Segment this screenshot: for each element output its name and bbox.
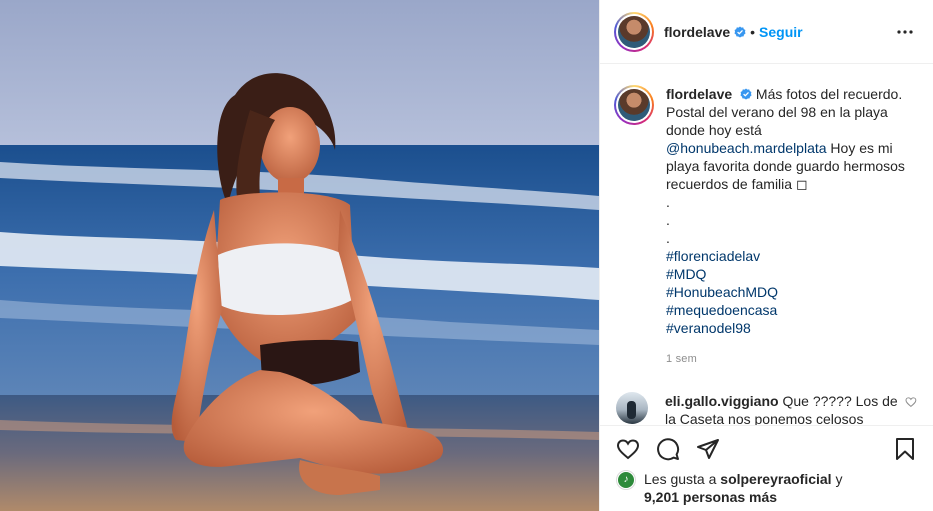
comments-section[interactable]: flordelave Más fotos del recuerdo. Posta… (600, 65, 933, 425)
caption-author-avatar[interactable] (614, 85, 654, 125)
hashtag-link[interactable]: #HonubeachMDQ (666, 283, 917, 301)
likes-middle: y (831, 471, 843, 487)
post-header: flordelave • Seguir (600, 0, 933, 64)
more-options-icon[interactable] (893, 20, 917, 44)
comment-like-heart-icon[interactable] (905, 396, 917, 408)
hashtag-link[interactable]: #MDQ (666, 265, 917, 283)
heart-icon[interactable] (616, 437, 640, 461)
actions-bar: ♪ Les gusta a solpereyraoficial y 9,201 … (600, 425, 933, 511)
likes-prefix: Les gusta a (644, 471, 721, 487)
caption-dots: . . . (666, 193, 917, 247)
beach-photo-image (0, 0, 599, 511)
caption-dot: . (666, 230, 670, 246)
likes-summary: ♪ Les gusta a solpereyraoficial y 9,201 … (616, 470, 917, 506)
hashtag-link[interactable]: #florenciadelav (666, 247, 917, 265)
post-photo[interactable] (0, 0, 599, 511)
commenter-username[interactable]: eli.gallo.viggiano (665, 393, 779, 409)
liker-username[interactable]: solpereyraoficial (720, 471, 831, 487)
verified-badge-icon (740, 88, 752, 100)
caption-dot: . (666, 212, 670, 228)
verified-badge-icon (734, 26, 746, 37)
caption-text: flordelave Más fotos del recuerdo. Posta… (666, 85, 917, 368)
comment-icon[interactable] (656, 437, 680, 461)
header-separator: • (750, 23, 756, 40)
hashtag-link[interactable]: #veranodel98 (666, 319, 917, 337)
comment-text: eli.gallo.viggiano Que ????? Los de la C… (665, 392, 901, 425)
likes-count[interactable]: 9,201 personas más (644, 489, 777, 505)
bookmark-icon[interactable] (893, 437, 917, 461)
likes-text: Les gusta a solpereyraoficial y 9,201 pe… (644, 470, 842, 506)
post-sidebar: flordelave • Seguir flordelave Más fotos… (599, 0, 933, 511)
hashtag-link[interactable]: #mequedoencasa (666, 301, 917, 319)
author-avatar[interactable] (614, 11, 654, 52)
action-icons (616, 434, 917, 464)
author-username[interactable]: flordelave (664, 24, 730, 40)
instagram-post: flordelave • Seguir flordelave Más fotos… (0, 0, 933, 511)
mention-link[interactable]: @honubeach.mardelplata (666, 140, 827, 156)
comment-item: eli.gallo.viggiano Que ????? Los de la C… (614, 392, 917, 425)
post-timestamp[interactable]: 1 sem (666, 350, 917, 368)
share-icon[interactable] (696, 437, 720, 461)
caption-block: flordelave Más fotos del recuerdo. Posta… (614, 85, 917, 368)
liker-avatar[interactable]: ♪ (616, 470, 636, 490)
commenter-avatar[interactable] (616, 392, 648, 424)
caption-dot: . (666, 194, 670, 210)
follow-button[interactable]: Seguir (759, 24, 803, 40)
caption-username[interactable]: flordelave (666, 86, 732, 102)
